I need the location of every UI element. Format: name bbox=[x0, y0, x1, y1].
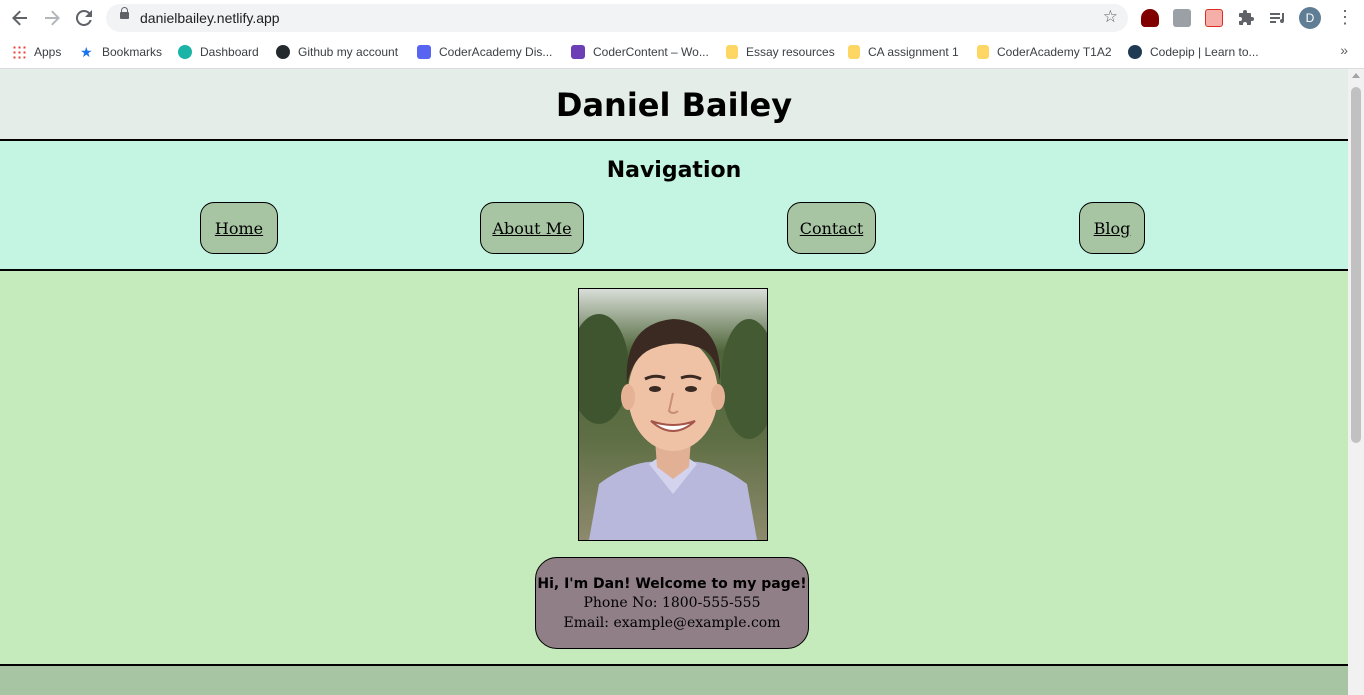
next-section: ... bbox=[0, 666, 1348, 695]
site-title: Daniel Bailey bbox=[555, 86, 793, 124]
nav-link-home[interactable]: Home bbox=[200, 202, 278, 254]
scrollbar-thumb[interactable] bbox=[1351, 87, 1361, 443]
phone-number: Phone No: 1800-555-555 bbox=[583, 595, 761, 611]
browser-toolbar: danielbailey.netlify.app ☆ D ⋮ bbox=[0, 0, 1364, 36]
navigation-heading: Navigation bbox=[606, 158, 742, 183]
bookmark-coderacademy-discord[interactable]: CoderAcademy Dis... bbox=[417, 42, 552, 62]
star-icon: ★ bbox=[80, 44, 93, 60]
profile-photo bbox=[578, 288, 768, 541]
folder-icon bbox=[977, 45, 989, 59]
bookmark-label: Github my account bbox=[298, 45, 399, 59]
main-section: Hi, I'm Dan! Welcome to my page! Phone N… bbox=[0, 271, 1348, 666]
codepip-icon bbox=[1128, 45, 1142, 59]
bookmark-dashboard[interactable]: Dashboard bbox=[178, 42, 259, 62]
nav-link-about-me[interactable]: About Me bbox=[480, 202, 584, 254]
intro-card: Hi, I'm Dan! Welcome to my page! Phone N… bbox=[535, 557, 809, 649]
reload-icon[interactable] bbox=[74, 8, 94, 28]
bookmark-label: CoderAcademy T1A2 bbox=[997, 45, 1112, 59]
bookmark-codepip[interactable]: Codepip | Learn to... bbox=[1128, 42, 1259, 62]
email-address[interactable]: Email: example@example.com bbox=[536, 613, 808, 633]
bookmark-coderacademy-t1a2[interactable]: CoderAcademy T1A2 bbox=[977, 42, 1112, 62]
address-bar[interactable]: danielbailey.netlify.app ☆ bbox=[106, 4, 1128, 32]
puzzle-extensions-icon[interactable] bbox=[1237, 9, 1255, 27]
bookmark-label: CoderContent – Wo... bbox=[593, 45, 709, 59]
bookmark-label: Dashboard bbox=[200, 45, 259, 59]
back-arrow-icon[interactable] bbox=[10, 8, 30, 28]
discord-icon bbox=[417, 45, 431, 59]
github-icon bbox=[276, 45, 290, 59]
bookmark-label: Bookmarks bbox=[102, 45, 163, 59]
bookmarks-bar: Apps ★ Bookmarks Dashboard Github my acc… bbox=[0, 36, 1364, 69]
folder-icon bbox=[726, 45, 738, 59]
url-text[interactable]: danielbailey.netlify.app bbox=[140, 10, 280, 26]
next-section-heading: ... bbox=[661, 682, 687, 695]
nav-link-blog[interactable]: Blog bbox=[1079, 202, 1145, 254]
site-header: Daniel Bailey bbox=[0, 69, 1348, 141]
extension-icon[interactable] bbox=[1205, 9, 1223, 27]
more-menu-icon[interactable]: ⋮ bbox=[1336, 7, 1354, 28]
bookmark-label: Essay resources bbox=[746, 45, 835, 59]
bookmark-label: Codepip | Learn to... bbox=[1150, 45, 1259, 59]
forward-arrow-icon[interactable] bbox=[42, 8, 62, 28]
bookmark-github[interactable]: Github my account bbox=[276, 42, 398, 62]
bookmark-bookmarks[interactable]: ★ Bookmarks bbox=[80, 42, 162, 62]
profile-avatar[interactable]: D bbox=[1299, 7, 1321, 29]
scroll-up-arrow-icon[interactable] bbox=[1352, 73, 1360, 78]
apps-grid-icon bbox=[12, 45, 26, 59]
reading-list-icon[interactable] bbox=[1268, 9, 1286, 27]
bookmark-ca-assignment[interactable]: CA assignment 1 bbox=[848, 42, 959, 62]
extension-icon[interactable] bbox=[1173, 9, 1191, 27]
ublock-extension-icon[interactable] bbox=[1141, 9, 1159, 27]
bookmark-codercontent[interactable]: CoderContent – Wo... bbox=[571, 42, 709, 62]
lock-icon bbox=[120, 7, 129, 19]
page-scrollbar[interactable] bbox=[1348, 69, 1364, 695]
bookmark-apps[interactable]: Apps bbox=[12, 42, 61, 62]
page-viewport: Daniel Bailey Navigation Home About Me C… bbox=[0, 69, 1348, 695]
intro-greeting: Hi, I'm Dan! Welcome to my page! bbox=[537, 576, 807, 592]
bookmark-essay-resources[interactable]: Essay resources bbox=[726, 42, 835, 62]
bookmark-star-icon[interactable]: ☆ bbox=[1103, 7, 1118, 27]
bookmark-label: Apps bbox=[34, 45, 62, 59]
navigation-section: Navigation Home About Me Contact Blog bbox=[0, 141, 1348, 271]
bookmark-label: CA assignment 1 bbox=[868, 45, 959, 59]
nav-link-contact[interactable]: Contact bbox=[787, 202, 876, 254]
dashboard-icon bbox=[178, 45, 192, 59]
bookmark-label: CoderAcademy Dis... bbox=[439, 45, 553, 59]
folder-icon bbox=[848, 45, 860, 59]
ed-icon bbox=[571, 45, 585, 59]
bookmarks-overflow-icon[interactable]: » bbox=[1340, 42, 1348, 58]
